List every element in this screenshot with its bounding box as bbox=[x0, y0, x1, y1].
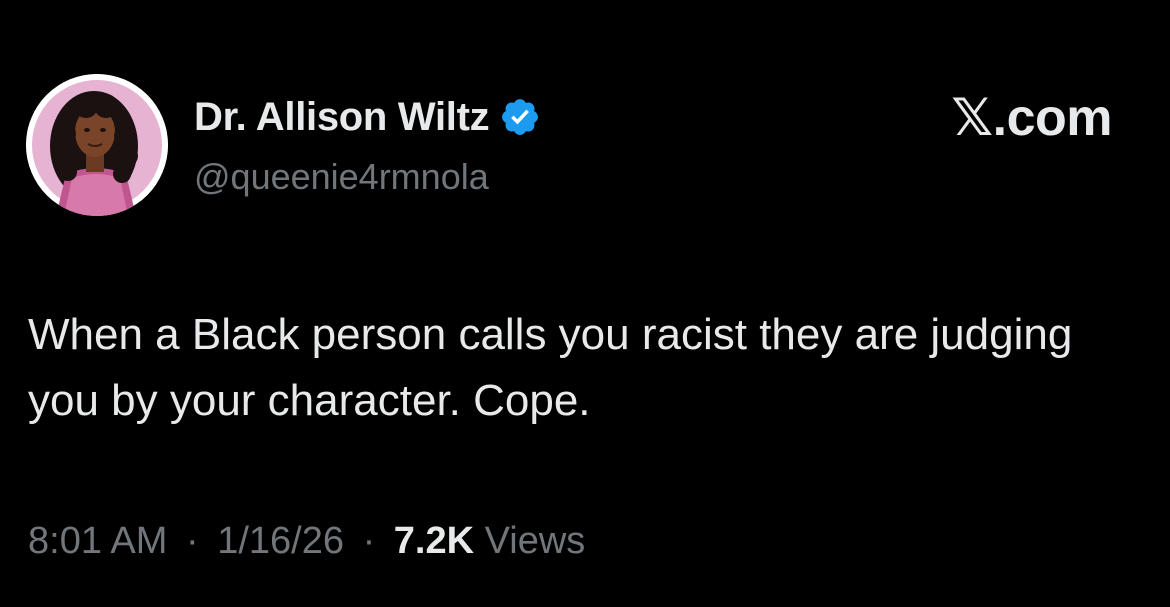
x-logo-brand: 𝕏.com bbox=[951, 89, 1112, 147]
views-label: Views bbox=[484, 520, 586, 562]
avatar[interactable] bbox=[26, 74, 168, 216]
tweet-time[interactable]: 8:01 AM bbox=[28, 520, 167, 562]
meta-separator: · bbox=[185, 520, 199, 562]
tweet-text: When a Black person calls you racist the… bbox=[28, 310, 1073, 425]
author-display-name[interactable]: Dr. Allison Wiltz bbox=[194, 95, 490, 140]
meta-separator: · bbox=[362, 520, 376, 562]
views-count[interactable]: 7.2K bbox=[394, 520, 474, 562]
profile-photo bbox=[26, 74, 168, 216]
verified-badge-icon[interactable] bbox=[499, 96, 541, 138]
author-name-row: Dr. Allison Wiltz bbox=[194, 94, 541, 140]
author-handle[interactable]: @queenie4rmnola bbox=[194, 156, 489, 198]
tweet-meta: 8:01 AM · 1/16/26 · 7.2K Views bbox=[28, 520, 585, 563]
tweet-date[interactable]: 1/16/26 bbox=[217, 520, 344, 562]
